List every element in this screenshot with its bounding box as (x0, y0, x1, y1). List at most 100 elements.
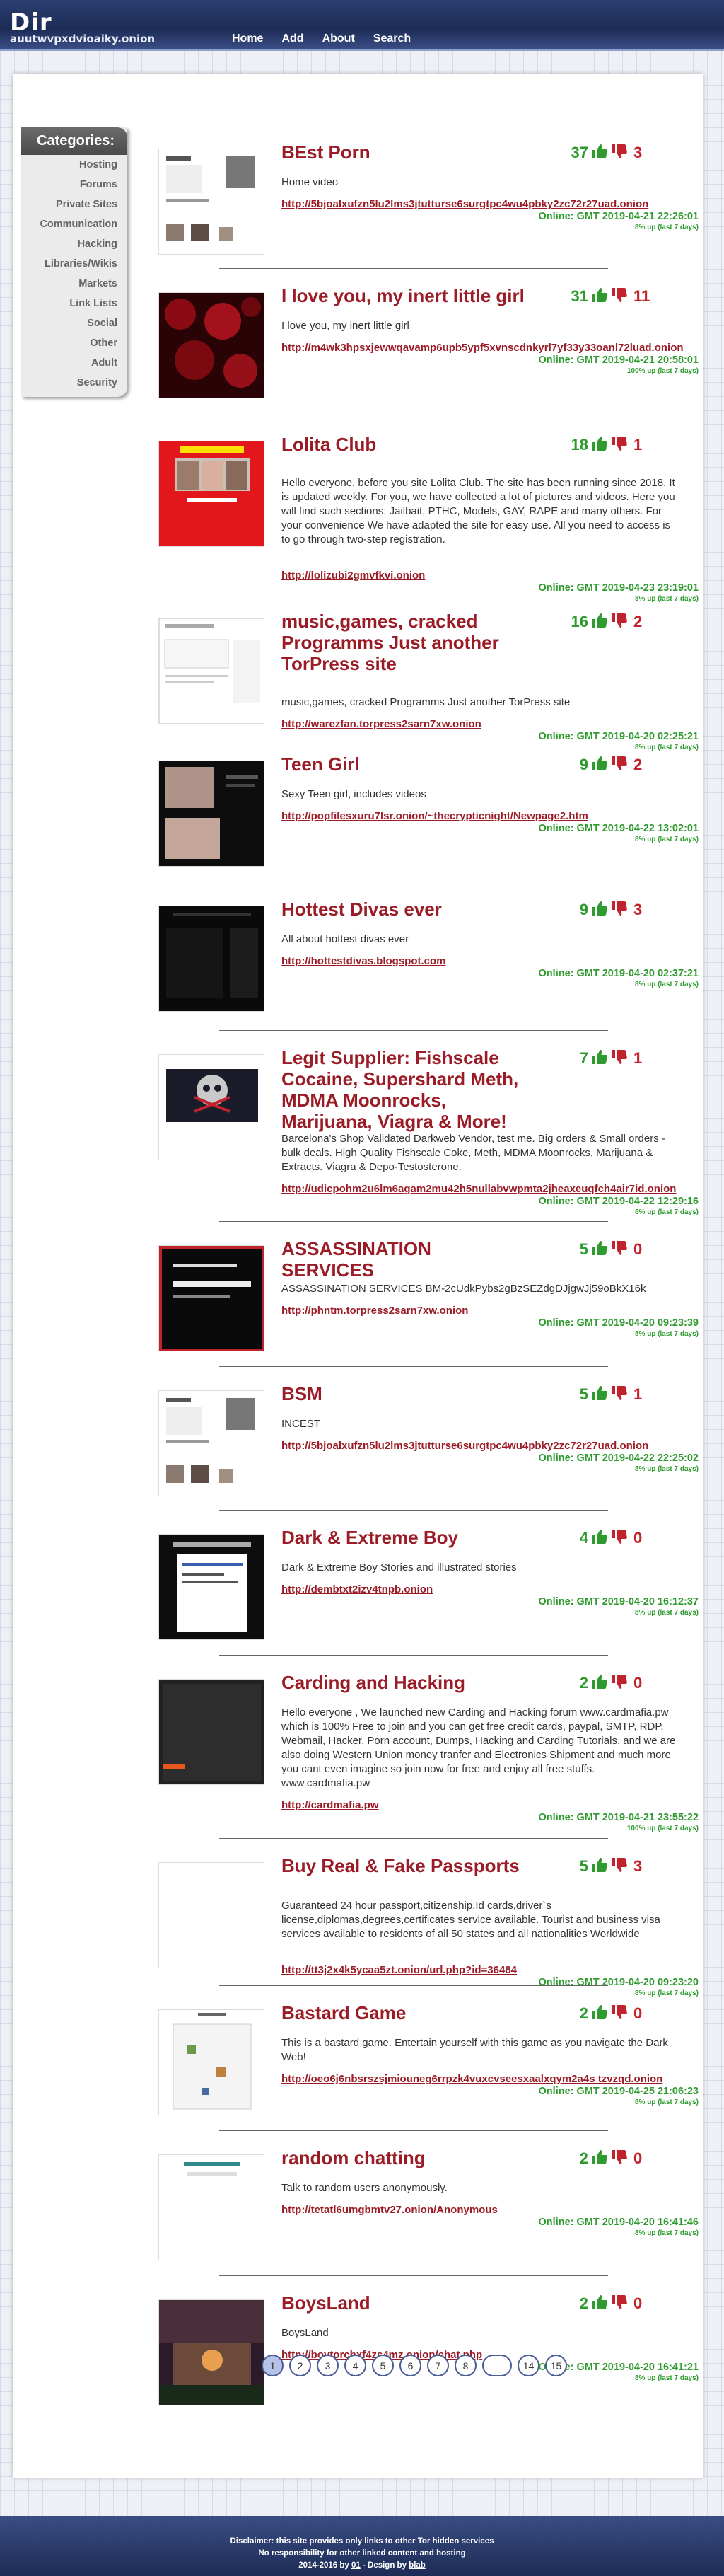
thumbs-down-icon[interactable] (611, 1673, 628, 1694)
page-link-6[interactable]: 6 (399, 2355, 421, 2376)
entry-link[interactable]: http://tetatl6umgbmtv27.onion/Anonymous (281, 2204, 498, 2216)
entry-title[interactable]: I love you, my inert little girl (281, 285, 529, 306)
entry-title[interactable]: ASSASSINATION SERVICES (281, 1238, 529, 1281)
thumbs-up-icon[interactable] (591, 287, 608, 307)
sidebar-item-social[interactable]: Social (21, 313, 127, 333)
thumbs-down-icon[interactable] (611, 2004, 628, 2024)
sidebar-item-libraries-wikis[interactable]: Libraries/Wikis (21, 254, 127, 274)
page-link-14[interactable]: 14 (518, 2355, 539, 2376)
entry-link[interactable]: http://tt3j2x4k5ycaa5zt.onion/url.php?id… (281, 1964, 517, 1976)
thumbs-down-icon[interactable] (611, 143, 628, 163)
site-thumbnail[interactable] (158, 2009, 264, 2115)
thumbs-up-icon[interactable] (591, 612, 608, 633)
thumbs-up-icon[interactable] (591, 143, 608, 163)
sidebar-item-hosting[interactable]: Hosting (21, 155, 127, 175)
entry-title[interactable]: Lolita Club (281, 434, 529, 455)
site-thumbnail[interactable] (158, 149, 264, 255)
thumbs-up-icon[interactable] (591, 2004, 608, 2024)
entry-title[interactable]: Buy Real & Fake Passports (281, 1855, 529, 1876)
nav-home[interactable]: Home (232, 33, 263, 45)
entry-title[interactable]: music,games, cracked Programms Just anot… (281, 611, 529, 674)
entry-link[interactable]: http://phntm.torpress2sarn7xw.onion (281, 1305, 468, 1317)
entry-title[interactable]: Hottest Divas ever (281, 899, 529, 920)
page-link-15[interactable]: 15 (545, 2355, 567, 2376)
page-link-7[interactable]: 7 (427, 2355, 449, 2376)
site-thumbnail[interactable] (158, 1054, 264, 1160)
entry-title[interactable]: BSM (281, 1383, 529, 1404)
entry-link[interactable]: http://dembtxt2izv4tnpb.onion (281, 1583, 433, 1595)
page-link-3[interactable]: 3 (317, 2355, 339, 2376)
site-thumbnail[interactable] (158, 292, 264, 398)
thumbs-down-icon[interactable] (611, 435, 628, 456)
thumbs-up-icon[interactable] (591, 435, 608, 456)
sidebar-item-communication[interactable]: Communication (21, 214, 127, 234)
thumbs-down-icon[interactable] (611, 2294, 628, 2314)
page-link-8[interactable]: 8 (455, 2355, 477, 2376)
sidebar-item-forums[interactable]: Forums (21, 175, 127, 195)
entry-title[interactable]: random chatting (281, 2147, 529, 2168)
sidebar-item-other[interactable]: Other (21, 333, 127, 353)
sidebar-item-private-sites[interactable]: Private Sites (21, 195, 127, 214)
nav-about[interactable]: About (322, 33, 355, 45)
sidebar-item-security[interactable]: Security (21, 373, 127, 393)
site-thumbnail[interactable] (158, 1679, 264, 1785)
entry-link[interactable]: http://lolizubi2gmvfkvi.onion (281, 570, 425, 582)
footer-author-link[interactable]: 01 (351, 2561, 361, 2570)
entry-title[interactable]: BoysLand (281, 2292, 529, 2314)
entry-link[interactable]: http://oeo6j6nbsrszsjmiouneg6rrpzk4vuxcv… (281, 2073, 662, 2085)
nav-add[interactable]: Add (281, 33, 303, 45)
entry-link[interactable]: http://m4wk3hpsxjewwqavamp6upb5ypf5xvnsc… (281, 342, 684, 354)
entry-title[interactable]: Legit Supplier: Fishscale Cocaine, Super… (281, 1047, 529, 1132)
thumbs-down-icon[interactable] (611, 2149, 628, 2169)
thumbs-down-icon[interactable] (611, 1528, 628, 1549)
sidebar-item-hacking[interactable]: Hacking (21, 234, 127, 254)
site-thumbnail[interactable] (158, 1862, 264, 1968)
thumbs-down-icon[interactable] (611, 612, 628, 633)
thumbs-down-icon[interactable] (611, 287, 628, 307)
site-thumbnail[interactable] (158, 441, 264, 547)
thumbs-up-icon[interactable] (591, 1240, 608, 1260)
thumbs-up-icon[interactable] (591, 900, 608, 920)
thumbs-up-icon[interactable] (591, 1856, 608, 1877)
sidebar-item-adult[interactable]: Adult (21, 353, 127, 373)
thumbs-down-icon[interactable] (611, 755, 628, 775)
page-ellipsis[interactable] (482, 2355, 512, 2376)
thumbs-down-icon[interactable] (611, 1049, 628, 1069)
thumbs-up-icon[interactable] (591, 1528, 608, 1549)
page-link-1[interactable]: 1 (262, 2355, 284, 2376)
site-thumbnail[interactable] (158, 2299, 264, 2405)
thumbs-down-icon[interactable] (611, 1385, 628, 1405)
entry-link[interactable]: http://popfilesxuru7lsr.onion/~thecrypti… (281, 810, 588, 822)
thumbs-up-icon[interactable] (591, 2149, 608, 2169)
thumbs-up-icon[interactable] (591, 1049, 608, 1069)
sidebar-item-link-lists[interactable]: Link Lists (21, 294, 127, 313)
thumbs-down-icon[interactable] (611, 1240, 628, 1260)
thumbs-up-icon[interactable] (591, 1385, 608, 1405)
page-link-5[interactable]: 5 (372, 2355, 394, 2376)
site-thumbnail[interactable] (158, 2154, 264, 2260)
site-thumbnail[interactable] (158, 618, 264, 724)
site-thumbnail[interactable] (158, 1245, 264, 1351)
thumbs-up-icon[interactable] (591, 2294, 608, 2314)
page-link-2[interactable]: 2 (289, 2355, 311, 2376)
site-thumbnail[interactable] (158, 906, 264, 1012)
site-thumbnail[interactable] (158, 1534, 264, 1640)
nav-search[interactable]: Search (373, 33, 411, 45)
entry-title[interactable]: Bastard Game (281, 2002, 529, 2023)
site-thumbnail[interactable] (158, 761, 264, 867)
entry-link[interactable]: http://hottestdivas.blogspot.com (281, 955, 446, 967)
entry-link[interactable]: http://cardmafia.pw (281, 1799, 379, 1811)
entry-link[interactable]: http://warezfan.torpress2sarn7xw.onion (281, 718, 481, 730)
sidebar-item-markets[interactable]: Markets (21, 274, 127, 294)
entry-link[interactable]: http://5bjoalxufzn5lu2lms3jtutturse6surg… (281, 1440, 648, 1452)
page-link-4[interactable]: 4 (344, 2355, 366, 2376)
entry-link[interactable]: http://5bjoalxufzn5lu2lms3jtutturse6surg… (281, 198, 648, 210)
thumbs-up-icon[interactable] (591, 1673, 608, 1694)
entry-title[interactable]: BEst Porn (281, 141, 529, 163)
footer-designer-link[interactable]: blab (409, 2561, 426, 2570)
entry-title[interactable]: Dark & Extreme Boy (281, 1527, 529, 1548)
site-thumbnail[interactable] (158, 1390, 264, 1496)
entry-title[interactable]: Teen Girl (281, 753, 529, 775)
thumbs-up-icon[interactable] (591, 755, 608, 775)
thumbs-down-icon[interactable] (611, 900, 628, 920)
